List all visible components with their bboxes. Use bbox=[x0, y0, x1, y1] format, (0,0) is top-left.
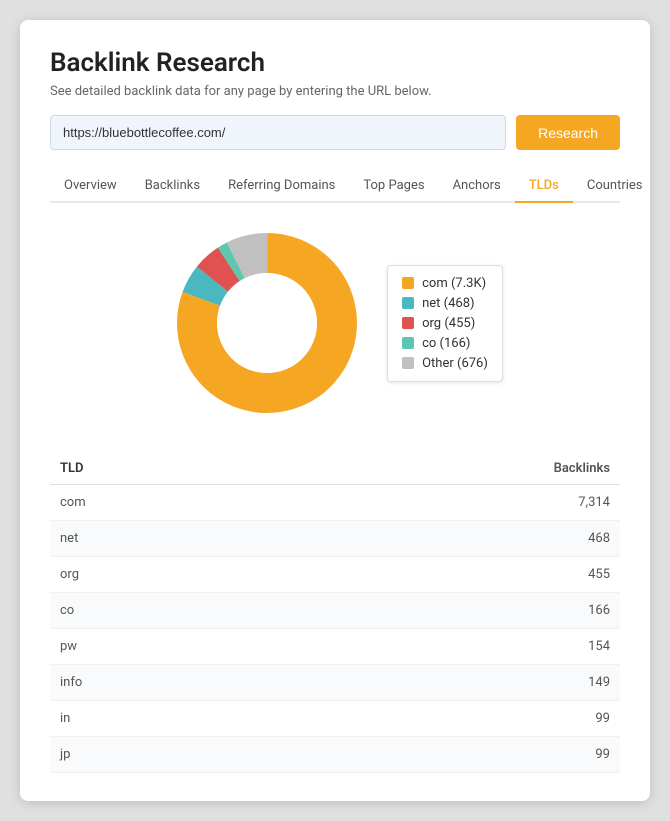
backlinks-value: 468 bbox=[510, 531, 610, 546]
page-subtitle: See detailed backlink data for any page … bbox=[50, 84, 620, 99]
tld-value: co bbox=[60, 603, 510, 618]
legend-item-other: Other (676) bbox=[402, 356, 488, 371]
legend-dot-co bbox=[402, 337, 414, 349]
legend-label-co: co (166) bbox=[422, 336, 470, 351]
backlinks-value: 455 bbox=[510, 567, 610, 582]
backlinks-value: 7,314 bbox=[510, 495, 610, 510]
tld-value: net bbox=[60, 531, 510, 546]
tld-value: pw bbox=[60, 639, 510, 654]
tld-table: TLD Backlinks com 7,314 net 468 org 455 … bbox=[50, 453, 620, 773]
tld-value: info bbox=[60, 675, 510, 690]
legend-item-org: org (455) bbox=[402, 316, 488, 331]
tld-value: in bbox=[60, 711, 510, 726]
legend-label-net: net (468) bbox=[422, 296, 474, 311]
nav-tabs: Overview Backlinks Referring Domains Top… bbox=[50, 170, 620, 203]
legend-dot-net bbox=[402, 297, 414, 309]
backlinks-value: 166 bbox=[510, 603, 610, 618]
search-input[interactable] bbox=[50, 115, 506, 150]
table-row: co 166 bbox=[50, 593, 620, 629]
tab-top-pages[interactable]: Top Pages bbox=[349, 170, 438, 203]
col-header-backlinks: Backlinks bbox=[510, 461, 610, 476]
donut-chart bbox=[167, 223, 367, 423]
chart-legend: com (7.3K) net (468) org (455) co (166) … bbox=[387, 265, 503, 382]
table-row: org 455 bbox=[50, 557, 620, 593]
tab-anchors[interactable]: Anchors bbox=[439, 170, 515, 203]
backlinks-value: 99 bbox=[510, 747, 610, 762]
col-header-tld: TLD bbox=[60, 461, 510, 476]
legend-item-co: co (166) bbox=[402, 336, 488, 351]
table-row: net 468 bbox=[50, 521, 620, 557]
legend-label-org: org (455) bbox=[422, 316, 475, 331]
backlinks-value: 154 bbox=[510, 639, 610, 654]
table-row: jp 99 bbox=[50, 737, 620, 773]
backlinks-value: 149 bbox=[510, 675, 610, 690]
tab-overview[interactable]: Overview bbox=[50, 170, 131, 203]
legend-item-net: net (468) bbox=[402, 296, 488, 311]
legend-label-com: com (7.3K) bbox=[422, 276, 486, 291]
search-row: Research bbox=[50, 115, 620, 150]
table-row: in 99 bbox=[50, 701, 620, 737]
research-button[interactable]: Research bbox=[516, 115, 620, 150]
tld-value: org bbox=[60, 567, 510, 582]
backlinks-value: 99 bbox=[510, 711, 610, 726]
legend-dot-org bbox=[402, 317, 414, 329]
table-row: com 7,314 bbox=[50, 485, 620, 521]
page-title: Backlink Research bbox=[50, 48, 620, 78]
tab-countries[interactable]: Countries bbox=[573, 170, 657, 203]
table-row: pw 154 bbox=[50, 629, 620, 665]
tab-backlinks[interactable]: Backlinks bbox=[131, 170, 214, 203]
tld-value: jp bbox=[60, 747, 510, 762]
table-row: info 149 bbox=[50, 665, 620, 701]
tld-value: com bbox=[60, 495, 510, 510]
chart-container: com (7.3K) net (468) org (455) co (166) … bbox=[50, 223, 620, 423]
table-header: TLD Backlinks bbox=[50, 453, 620, 485]
main-card: Backlink Research See detailed backlink … bbox=[20, 20, 650, 801]
legend-dot-other bbox=[402, 357, 414, 369]
tab-tlds[interactable]: TLDs bbox=[515, 170, 573, 203]
legend-label-other: Other (676) bbox=[422, 356, 488, 371]
legend-dot-com bbox=[402, 277, 414, 289]
tab-referring-domains[interactable]: Referring Domains bbox=[214, 170, 349, 203]
legend-item-com: com (7.3K) bbox=[402, 276, 488, 291]
